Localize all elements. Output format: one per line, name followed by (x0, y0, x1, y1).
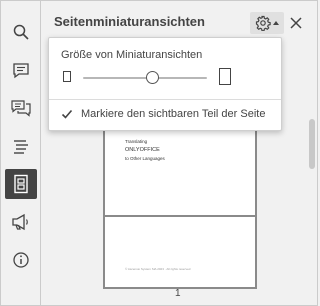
page-number: 1 (175, 288, 181, 299)
thumbnail-size-label: Größe von Miniaturansichten (61, 49, 203, 61)
chevron-up-icon (273, 21, 279, 25)
megaphone-icon (12, 213, 28, 231)
page-thumbnails-icon (14, 174, 28, 194)
left-sidebar (1, 1, 41, 305)
page-thumbnails-button[interactable] (5, 169, 37, 199)
comments-button[interactable] (5, 55, 37, 85)
menu-divider (49, 99, 281, 100)
gear-icon (255, 15, 271, 31)
scrollbar[interactable] (309, 119, 315, 169)
navigation-icon (14, 140, 28, 154)
small-size-icon (63, 71, 71, 82)
chat-button[interactable] (5, 93, 37, 123)
close-panel-button[interactable] (286, 13, 306, 33)
thumbnail-text-line: ONLYOFFICE (125, 147, 160, 153)
search-icon (13, 24, 29, 40)
panel-title: Seitenminiaturansichten (54, 14, 205, 29)
thumbnail-settings-button[interactable] (250, 12, 284, 34)
navigation-button[interactable] (5, 131, 37, 161)
search-button[interactable] (5, 17, 37, 47)
feedback-button[interactable] (5, 207, 37, 237)
info-icon (13, 252, 29, 268)
close-icon (290, 17, 302, 29)
large-size-icon (219, 68, 231, 85)
highlight-visible-part-option[interactable]: Markiere den sichtbaren Teil der Seite (61, 105, 273, 123)
thumbnail-settings-menu: Größe von Miniaturansichten Markiere den… (48, 37, 282, 131)
checkmark-icon (61, 109, 73, 119)
thumbnail-text-line: Translating (125, 139, 148, 144)
about-button[interactable] (5, 245, 37, 275)
thumbnail-footer: © Ascensio System SIA 2023 · All rights … (125, 267, 191, 271)
thumbnail-text-line: to Other Languages (125, 156, 165, 161)
comments-icon (13, 63, 29, 79)
highlight-visible-part-label: Markiere den sichtbaren Teil der Seite (81, 108, 266, 120)
slider-handle[interactable] (145, 71, 159, 84)
chat-icon (11, 100, 31, 117)
